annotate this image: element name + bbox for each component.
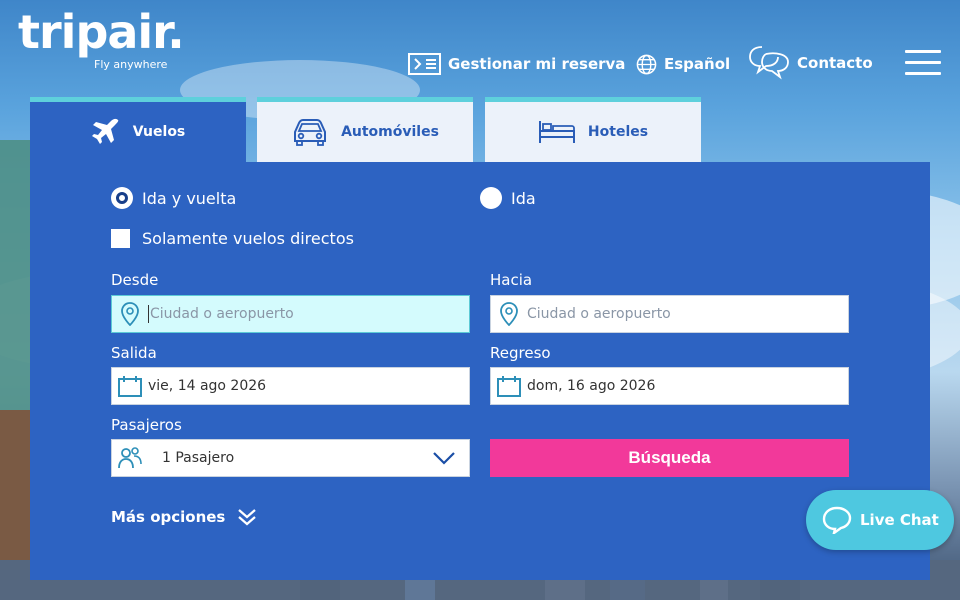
- return-date-value: dom, 16 ago 2026: [527, 378, 656, 394]
- double-chevron-down-icon: [238, 509, 257, 526]
- globe-icon: [636, 54, 657, 74]
- tab-hotels-label: Hoteles: [587, 124, 649, 140]
- airplane-icon: [91, 118, 118, 144]
- live-chat-button[interactable]: Live Chat: [806, 490, 954, 550]
- more-options-toggle[interactable]: Más opciones: [111, 508, 257, 526]
- departure-date-field[interactable]: vie, 14 ago 2026: [111, 367, 470, 405]
- ticket-icon: [408, 53, 441, 75]
- contact-link[interactable]: Contacto: [748, 44, 873, 82]
- top-header: tripair. Fly anywhere Gestionar mi reser…: [0, 0, 960, 80]
- logo-tagline: Fly anywhere: [94, 58, 168, 71]
- car-icon: [294, 119, 327, 146]
- tab-hotels[interactable]: Hoteles: [485, 97, 701, 162]
- direct-flights-option[interactable]: Solamente vuelos directos: [111, 229, 354, 248]
- direct-flights-label: Solamente vuelos directos: [142, 229, 354, 248]
- return-date-field[interactable]: dom, 16 ago 2026: [490, 367, 849, 405]
- calendar-icon: [118, 376, 142, 397]
- manage-booking-link[interactable]: Gestionar mi reserva: [408, 50, 625, 78]
- language-label: Español: [664, 55, 731, 73]
- tab-cars[interactable]: Automóviles: [257, 97, 473, 162]
- departure-date-value: vie, 14 ago 2026: [148, 378, 267, 394]
- round-trip-radio[interactable]: [111, 187, 133, 209]
- calendar-icon: [497, 376, 521, 397]
- departure-label: Salida: [111, 344, 157, 362]
- tab-cars-label: Automóviles: [341, 124, 439, 140]
- to-label: Hacia: [490, 271, 533, 289]
- direct-flights-checkbox[interactable]: [111, 229, 130, 248]
- return-label: Regreso: [490, 344, 551, 362]
- location-pin-icon: [500, 302, 518, 326]
- tripair-logo[interactable]: tripair. Fly anywhere: [18, 5, 185, 71]
- search-button[interactable]: Búsqueda: [490, 439, 849, 477]
- logo-wordmark: tripair.: [18, 5, 185, 59]
- round-trip-label: Ida y vuelta: [142, 188, 237, 208]
- location-pin-icon: [121, 302, 139, 326]
- from-label: Desde: [111, 271, 159, 289]
- flight-search-panel: Ida y vuelta Ida Solamente vuelos direct…: [30, 162, 930, 580]
- manage-booking-label: Gestionar mi reserva: [448, 55, 626, 73]
- chat-bubbles-icon: [749, 46, 789, 80]
- chat-bubble-icon: [822, 506, 852, 534]
- live-chat-label: Live Chat: [860, 511, 939, 529]
- round-trip-option[interactable]: Ida y vuelta: [111, 187, 236, 209]
- one-way-label: Ida: [511, 188, 536, 208]
- language-selector[interactable]: Español: [636, 50, 730, 78]
- passengers-label: Pasajeros: [111, 416, 182, 434]
- to-placeholder: Ciudad o aeropuerto: [527, 306, 671, 322]
- to-input[interactable]: Ciudad o aeropuerto: [490, 295, 849, 333]
- chevron-down-icon: [433, 452, 455, 465]
- from-placeholder: Ciudad o aeropuerto: [150, 306, 294, 322]
- one-way-radio[interactable]: [480, 187, 502, 209]
- one-way-option[interactable]: Ida: [480, 187, 536, 209]
- tab-flights[interactable]: Vuelos: [30, 97, 246, 162]
- bed-icon: [538, 121, 575, 143]
- contact-label: Contacto: [797, 54, 873, 72]
- from-input[interactable]: Ciudad o aeropuerto: [111, 295, 470, 333]
- passengers-icon: [118, 447, 142, 469]
- more-options-label: Más opciones: [111, 508, 226, 526]
- tab-flights-label: Vuelos: [132, 124, 186, 140]
- hamburger-menu-icon[interactable]: [905, 50, 941, 76]
- passengers-select[interactable]: 1 Pasajero: [111, 439, 470, 477]
- text-cursor: [148, 305, 149, 323]
- passengers-value: 1 Pasajero: [162, 450, 235, 466]
